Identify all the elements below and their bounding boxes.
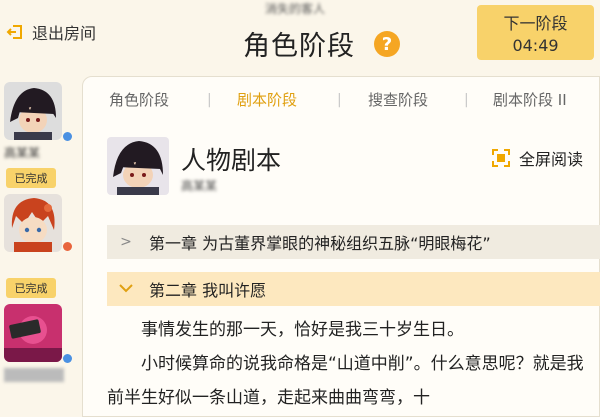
fullscreen-icon [492,149,510,167]
countdown-timer: 04:49 [512,36,559,55]
help-icon[interactable]: ? [374,31,400,57]
tab-separator: | [337,92,342,108]
player-name: 高某某 [4,146,41,160]
paragraph: 小时候算命的说我命格是“山道中削”。什么意思呢？就是我前半生好似一条山道，走起来… [107,354,584,408]
player-avatar[interactable] [4,194,62,252]
next-phase-button[interactable]: 下一阶段 04:49 [477,5,594,60]
fullscreen-read-button[interactable]: 全屏阅读 [491,146,583,170]
exit-room-label: 退出房间 [32,24,97,43]
room-name: 消失的客人 [264,2,325,14]
tab-script-phase-2[interactable]: 剧本阶段 II [493,89,567,110]
chevron-down-icon [113,281,139,297]
player-avatar[interactable] [4,82,62,140]
exit-room-button[interactable]: 退出房间 [6,20,96,44]
character-name: 高某某 [181,179,218,193]
chevron-right-icon: > [120,234,132,250]
tab-role-phase[interactable]: 角色阶段 [109,89,169,110]
script-title: 人物剧本 [181,146,282,175]
chapter-title: 第二章 我叫许愿 [149,281,267,300]
chapter-1-header[interactable]: > 第一章 为古董界掌眼的神秘组织五脉“明眼梅花” [107,225,600,259]
character-avatar [107,137,169,195]
player-status-dot [63,354,72,363]
script-panel: 角色阶段 | 剧本阶段 | 搜查阶段 | 剧本阶段 II 人物剧本 高某某 全屏… [82,76,600,417]
chapter-title: 第一章 为古董界掌眼的神秘组织五脉“明眼梅花” [149,234,491,253]
player-name-redacted [4,368,64,382]
next-phase-label: 下一阶段 [503,14,568,33]
exit-icon [6,23,24,41]
tab-separator: | [464,92,469,108]
tab-separator: | [207,92,212,108]
tab-search-phase[interactable]: 搜查阶段 [368,89,428,110]
page-title: 角色阶段 [243,31,355,62]
phase-tabs: 角色阶段 | 剧本阶段 | 搜查阶段 | 剧本阶段 II [83,89,600,115]
player-avatar[interactable] [4,304,62,362]
chapter-2-header[interactable]: 第二章 我叫许愿 [107,272,600,306]
player-status-dot [63,242,72,251]
tab-script-phase[interactable]: 剧本阶段 [237,89,297,110]
fullscreen-label: 全屏阅读 [519,150,584,169]
script-content: 事情发生的那一天，恰好是我三十岁生日。 小时候算命的说我命格是“山道中削”。什么… [107,313,587,415]
player-status-badge: 已完成 [6,278,56,298]
paragraph: 事情发生的那一天，恰好是我三十岁生日。 [141,320,464,340]
player-status-dot [63,132,72,141]
player-status-badge: 已完成 [6,168,56,188]
